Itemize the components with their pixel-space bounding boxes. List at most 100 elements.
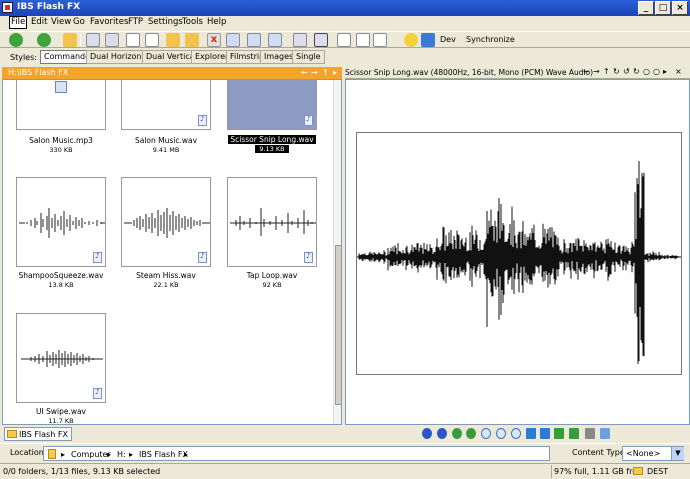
waveform-path [357,161,681,364]
audio-file-icon [198,115,207,126]
chevron-down-icon[interactable]: ▼ [671,447,684,460]
pane-forward-icon[interactable]: → [311,68,318,77]
menu-settings[interactable]: Settings [147,17,184,27]
file-thumbnail[interactable] [16,313,106,403]
menu-file[interactable]: File [9,16,28,29]
back-icon[interactable] [9,33,23,47]
select-icon[interactable] [86,33,100,47]
breadcrumb-folder[interactable]: IBS Flash FX [139,450,188,459]
rotate-left-icon[interactable]: ↺ [623,67,630,76]
audio-file-icon [93,252,102,263]
play-previous-icon[interactable] [422,428,432,439]
content-type-select[interactable]: <None> ▼ [622,446,684,461]
file-pane: Salon Music.mp3 330 KB Salon Music.wav 9… [2,79,342,425]
file-thumbnail[interactable] [121,80,211,130]
view-mode-icon[interactable] [293,33,307,47]
copy-image-icon[interactable] [600,428,610,439]
zoom-in-icon[interactable] [481,428,491,439]
dev-label[interactable]: Dev [440,35,456,44]
folder-icon [633,467,643,475]
fullscreen-icon[interactable] [554,428,564,439]
edit-icon[interactable] [373,33,387,47]
close-preview-icon[interactable]: × [675,67,682,76]
close-button[interactable]: × [672,1,688,15]
file-name[interactable]: Salon Music.mp3 [6,136,116,145]
dest-status: DEST [647,467,669,476]
menu-favorites[interactable]: Favorites [89,17,129,27]
print-icon[interactable] [585,428,595,439]
tab-ibs-flash-fx[interactable]: IBS Flash FX [4,427,72,441]
file-name-selected[interactable]: Scissor Snip Long.wav [217,135,327,144]
preview-up-icon[interactable]: ↑ [603,67,610,76]
style-tab-single[interactable]: Single [292,50,325,64]
delete-icon[interactable]: x [207,33,221,47]
tab-strip: IBS Flash FX [2,427,342,442]
file-name[interactable]: Steam Hiss.wav [111,271,221,280]
file-name[interactable]: Salon Music.wav [111,136,221,145]
breadcrumb-separator: ▸ [184,450,189,459]
preview-toggle-icon[interactable] [314,33,328,47]
file-thumbnail-selected[interactable] [227,80,317,130]
styles-label: Styles: [10,53,37,62]
file-thumbnail[interactable] [227,177,317,267]
minimize-button[interactable]: _ [638,1,654,15]
breadcrumb-computer[interactable]: Computer [71,450,111,459]
scrollbar-thumb[interactable] [335,245,341,405]
find-icon[interactable] [247,33,261,47]
synchronize-button[interactable]: Synchronize [466,35,515,44]
toolbar: x Dev Synchronize [0,31,690,48]
copy-icon[interactable] [126,33,140,47]
breadcrumb-drive[interactable]: H: [117,450,126,459]
rotate-left-icon[interactable] [452,428,462,439]
zoom-icon[interactable]: ○ [643,67,650,76]
location-field[interactable]: ▸ Computer ▸ H: ▸ IBS Flash FX ▸ [43,446,550,461]
file-thumbnail[interactable] [16,80,106,130]
grid-icon[interactable] [569,428,579,439]
refresh-icon[interactable]: ↻ [613,67,620,76]
maximize-button[interactable]: □ [655,1,671,15]
menu-view[interactable]: View [50,17,72,27]
menu-edit[interactable]: Edit [30,17,48,27]
smiley-icon[interactable] [404,33,418,47]
menu-ftp[interactable]: FTP [127,17,144,27]
file-size: 330 KB [49,146,73,154]
fit-icon[interactable]: ○ [653,67,660,76]
dev-icon[interactable] [421,33,435,47]
properties-icon[interactable] [268,33,282,47]
pane-menu-icon[interactable]: ▸ [663,67,667,76]
menu-go[interactable]: Go [72,17,86,27]
zoom-fit-icon[interactable] [511,428,521,439]
file-thumbnail[interactable] [16,177,106,267]
paste-icon[interactable] [145,33,159,47]
preview-file-info: Scissor Snip Long.wav (48000Hz, 16-bit, … [345,68,594,77]
pane-back-icon[interactable]: ← [301,68,308,77]
pane-up-icon[interactable]: ↑ [322,68,329,77]
list-icon[interactable] [356,33,370,47]
zoom-out-icon[interactable] [496,428,506,439]
waveform-preview[interactable] [356,132,682,375]
status-bar: 0/0 folders, 1/13 files, 9.13 KB selecte… [0,463,690,479]
pane-menu-icon[interactable]: ▸ [333,68,337,77]
preview-forward-icon[interactable]: → [593,67,600,76]
file-name[interactable]: ShampooSqueeze.wav [6,271,116,280]
play-next-icon[interactable] [437,428,447,439]
file-size: 22.1 KB [153,281,179,289]
menu-help[interactable]: Help [206,17,227,27]
up-folder-icon[interactable] [63,33,77,47]
fit-width-icon[interactable] [540,428,550,439]
preview-back-icon[interactable]: ← [583,67,590,76]
folder-icon[interactable] [166,33,180,47]
fit-height-icon[interactable] [526,428,536,439]
rotate-right-icon[interactable]: ↻ [633,67,640,76]
select-all-icon[interactable] [105,33,119,47]
file-name[interactable]: Tap Loop.wav [217,271,327,280]
new-folder-icon[interactable] [185,33,199,47]
document-icon[interactable] [337,33,351,47]
file-thumbnail[interactable] [121,177,211,267]
menu-tools[interactable]: Tools [181,17,204,27]
rotate-right-icon[interactable] [466,428,476,439]
file-name[interactable]: UI Swipe.wav [6,407,116,416]
rename-icon[interactable] [226,33,240,47]
forward-icon[interactable] [37,33,51,47]
vertical-scrollbar[interactable] [333,80,341,424]
